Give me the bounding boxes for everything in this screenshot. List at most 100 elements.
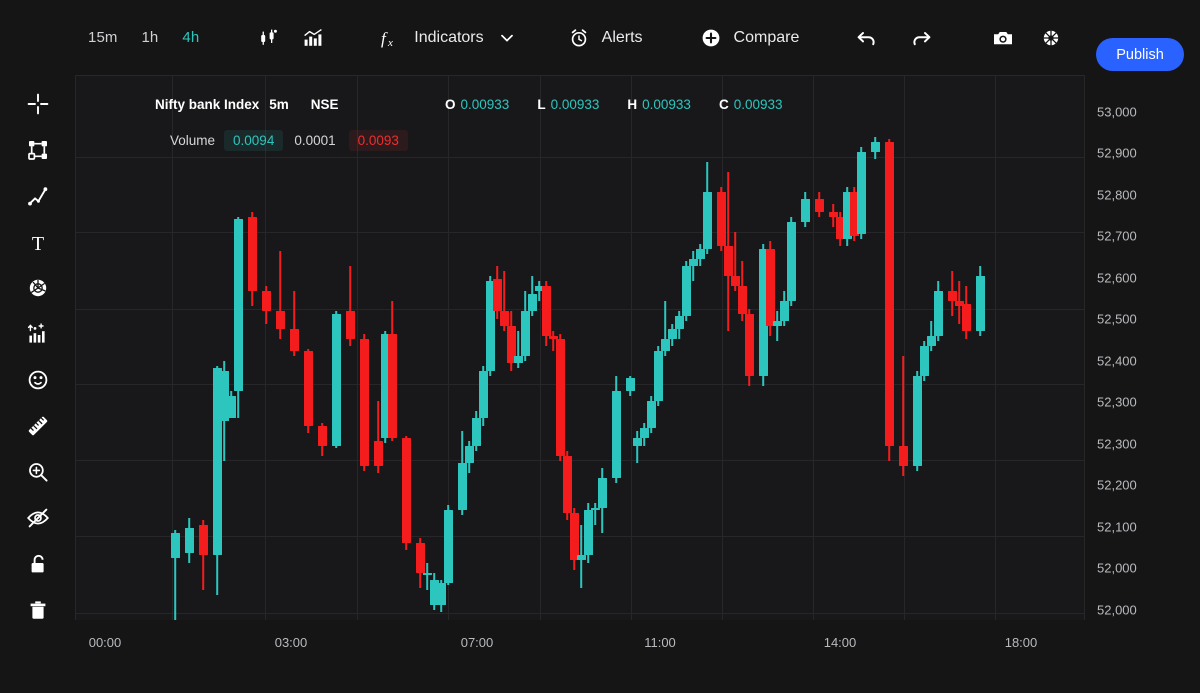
price-axis-tick: 52,800 xyxy=(1097,187,1137,203)
measure-ruler-icon[interactable] xyxy=(14,403,62,449)
candle-body xyxy=(443,510,453,583)
candle-wick xyxy=(636,430,638,464)
redo-arrow-icon[interactable] xyxy=(907,24,935,52)
delete-trash-icon[interactable] xyxy=(14,587,62,633)
emoji-sticker-icon[interactable] xyxy=(14,357,62,403)
time-axis[interactable]: 00:00 03:00 07:00 11:00 14:00 18:00 xyxy=(75,620,1200,693)
camera-icon[interactable] xyxy=(989,24,1017,52)
candle-wick xyxy=(538,281,540,302)
candlestick xyxy=(184,75,194,620)
price-axis-tick: 52,300 xyxy=(1097,436,1137,452)
candlestick xyxy=(317,75,327,620)
candlestick xyxy=(975,75,985,620)
price-axis-tick: 52,100 xyxy=(1097,519,1137,535)
candle-body xyxy=(933,291,943,337)
candlestick xyxy=(884,75,894,620)
trend-line-icon[interactable] xyxy=(14,173,62,219)
bar-chart-trend-icon[interactable] xyxy=(299,24,327,52)
candlestick xyxy=(387,75,397,620)
volume-down-value: 0.0093 xyxy=(348,130,408,151)
gear-icon[interactable] xyxy=(1037,24,1065,52)
candle-body xyxy=(170,532,180,558)
chart-type-group xyxy=(255,24,327,52)
candlestick xyxy=(870,75,880,620)
candle-body xyxy=(289,328,299,352)
candlestick xyxy=(933,75,943,620)
candle-body xyxy=(198,525,208,556)
candlestick xyxy=(359,75,369,620)
compare-button[interactable]: Compare xyxy=(697,24,799,52)
timeframe-4h-button[interactable]: 4h xyxy=(172,23,209,52)
symbol-name[interactable]: Nifty bank Index xyxy=(155,97,259,112)
price-axis-tick: 52,400 xyxy=(1097,353,1137,369)
candle-body xyxy=(597,478,607,508)
ohlc-high: H 0.00933 xyxy=(627,97,691,112)
candle-body xyxy=(856,151,866,234)
candle-body xyxy=(814,199,824,212)
volume-label[interactable]: Volume xyxy=(170,133,215,148)
candle-body xyxy=(331,313,341,446)
volume-indicator-row: Volume 0.0094 0.0001 0.0093 xyxy=(170,130,408,151)
unlock-padlock-icon[interactable] xyxy=(14,541,62,587)
publish-button[interactable]: Publish xyxy=(1096,38,1184,71)
price-axis-tick: 52,300 xyxy=(1097,394,1137,410)
svg-text:f: f xyxy=(381,29,388,48)
candle-body xyxy=(975,276,985,332)
candlestick xyxy=(198,75,208,620)
hide-drawings-icon[interactable] xyxy=(14,495,62,541)
candle-body xyxy=(275,311,285,329)
selection-frame-icon[interactable] xyxy=(14,127,62,173)
undo-arrow-icon[interactable] xyxy=(853,24,881,52)
pattern-shapes-icon[interactable] xyxy=(14,265,62,311)
candle-body xyxy=(702,191,712,249)
alerts-button[interactable]: Alerts xyxy=(565,24,643,52)
forecast-bars-icon[interactable] xyxy=(14,311,62,357)
candlestick xyxy=(170,75,180,620)
ohlc-low: L 0.00933 xyxy=(537,97,599,112)
candle-body xyxy=(870,141,880,152)
candlestick-series xyxy=(75,75,1085,620)
candlestick xyxy=(401,75,411,620)
volume-mid-value: 0.0001 xyxy=(294,133,336,148)
time-axis-tick: 18:00 xyxy=(1004,635,1038,650)
candlestick xyxy=(702,75,712,620)
candle-body xyxy=(247,216,257,292)
candlestick-chart-icon[interactable] xyxy=(255,24,283,52)
symbol-interval[interactable]: 5m xyxy=(269,97,289,112)
candle-body xyxy=(261,291,271,312)
price-axis-tick: 52,000 xyxy=(1097,602,1137,618)
timeframe-1h-button[interactable]: 1h xyxy=(131,23,168,52)
price-axis-tick: 52,000 xyxy=(1097,560,1137,576)
zoom-in-icon[interactable] xyxy=(14,449,62,495)
indicators-button[interactable]: f x Indicators xyxy=(377,24,520,52)
crosshair-cursor-icon[interactable] xyxy=(14,81,62,127)
ohlc-high-value: 0.00933 xyxy=(642,97,691,112)
text-tool-icon[interactable]: T xyxy=(14,219,62,265)
ohlc-high-key: H xyxy=(627,97,638,112)
price-axis[interactable]: 53,000 52,900 52,800 52,700 52,600 52,500 52,4… xyxy=(1085,75,1200,620)
chevron-down-icon[interactable] xyxy=(493,24,521,52)
candle-body xyxy=(800,199,810,222)
time-axis-tick: 11:00 xyxy=(644,635,676,650)
candlestick xyxy=(898,75,908,620)
candlestick xyxy=(275,75,285,620)
alerts-label: Alerts xyxy=(601,28,643,46)
price-axis-tick: 52,200 xyxy=(1097,477,1137,493)
candlestick xyxy=(303,75,313,620)
time-axis-tick: 00:00 xyxy=(88,635,122,650)
price-chart-pane[interactable]: Nifty bank Index 5m NSE O 0.00933 L 0.00… xyxy=(75,75,1085,620)
candlestick xyxy=(261,75,271,620)
ohlc-low-key: L xyxy=(537,97,546,112)
candlestick xyxy=(331,75,341,620)
candle-wick xyxy=(594,502,596,526)
candle-body xyxy=(303,351,313,426)
publish-label: Publish xyxy=(1116,46,1164,63)
timeframe-15m-button[interactable]: 15m xyxy=(78,23,127,52)
candle-body xyxy=(317,425,327,446)
volume-up-value: 0.0094 xyxy=(224,130,284,151)
drawing-tools-sidebar: T xyxy=(0,75,75,693)
time-axis-tick: 07:00 xyxy=(460,635,494,650)
ohlc-close: C 0.00933 xyxy=(719,97,783,112)
candlestick xyxy=(289,75,299,620)
candle-wick xyxy=(776,311,778,342)
